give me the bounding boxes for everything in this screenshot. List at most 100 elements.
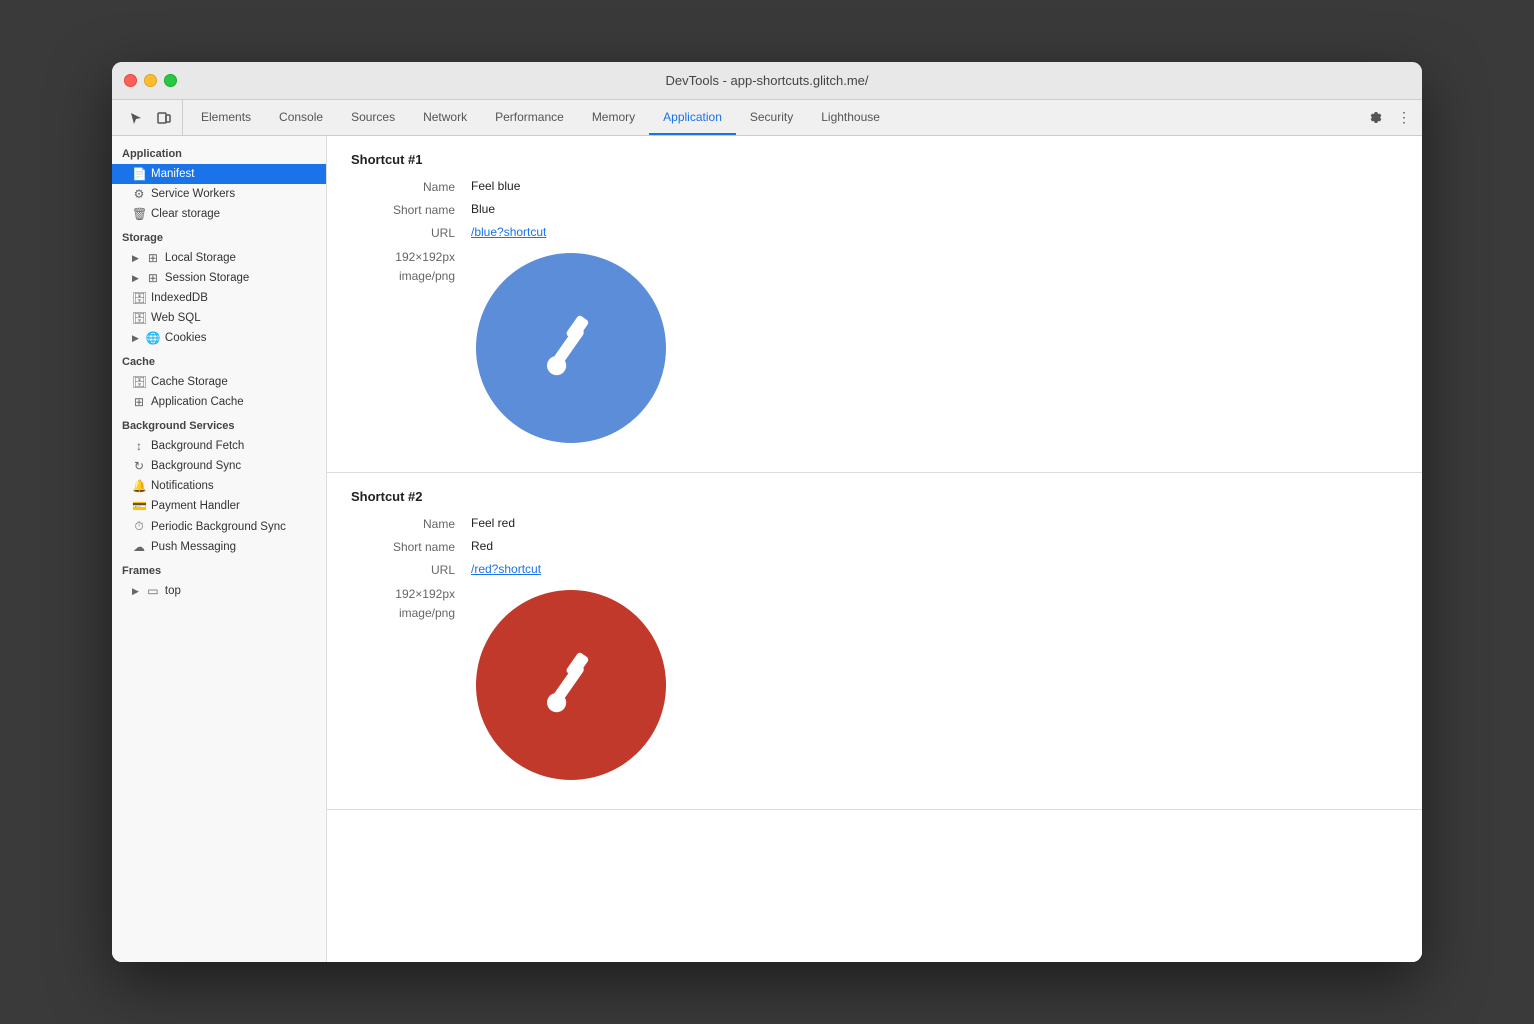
cache-section-title: Cache (112, 348, 326, 372)
sidebar-item-service-workers[interactable]: ⚙ Service Workers (112, 184, 326, 204)
sidebar-item-top[interactable]: ▶ ▭ top (112, 581, 326, 601)
shortcut2-name-value: Feel red (471, 516, 515, 530)
shortcut1-section: Shortcut #1 Name Feel blue Short name Bl… (327, 136, 1422, 473)
expand-icon: ▶ (132, 253, 139, 264)
shortcut2-image-row: 192×192px image/png (351, 585, 1398, 785)
shortcut2-image-labels: 192×192px image/png (351, 585, 471, 623)
device-icon[interactable] (152, 106, 176, 130)
paint-brush-red-icon (531, 645, 611, 725)
tab-application[interactable]: Application (649, 100, 736, 135)
sidebar-item-websql[interactable]: 🗄 Web SQL (112, 308, 326, 328)
titlebar: DevTools - app-shortcuts.glitch.me/ (112, 62, 1422, 100)
db-icon: 🗄 (132, 291, 146, 305)
cookie-icon: 🌐 (146, 331, 160, 345)
sidebar-item-background-fetch[interactable]: ↕ Background Fetch (112, 436, 326, 456)
sidebar-item-local-storage[interactable]: ▶ ⊞ Local Storage (112, 248, 326, 268)
bell-icon: 🔔 (132, 479, 146, 493)
settings-icon[interactable] (1364, 106, 1388, 130)
shortcut1-url-row: URL /blue?shortcut (351, 225, 1398, 240)
clock-icon: ⏱ (132, 519, 146, 534)
cache-icon: 🗄 (132, 375, 146, 389)
gear-icon: ⚙ (132, 187, 146, 201)
shortcut1-image (471, 248, 671, 448)
sidebar-item-push-messaging[interactable]: ☁ Push Messaging (112, 537, 326, 557)
shortcut1-url-value[interactable]: /blue?shortcut (471, 225, 546, 239)
sidebar-item-periodic-bg-sync[interactable]: ⏱ Periodic Background Sync (112, 516, 326, 537)
fetch-icon: ↕ (132, 439, 146, 453)
frames-section-title: Frames (112, 557, 326, 581)
shortcut2-name-label: Name (351, 516, 471, 531)
shortcut2-image (471, 585, 671, 785)
tab-memory[interactable]: Memory (578, 100, 649, 135)
shortcut2-url-value[interactable]: /red?shortcut (471, 562, 541, 576)
shortcut2-name-row: Name Feel red (351, 516, 1398, 531)
sidebar-item-indexeddb[interactable]: 🗄 IndexedDB (112, 288, 326, 308)
toolbar-right: ⋮ (1364, 100, 1416, 135)
shortcut1-shortname-row: Short name Blue (351, 202, 1398, 217)
session-storage-icon: ⊞ (146, 271, 160, 285)
bg-services-section-title: Background Services (112, 412, 326, 436)
local-storage-icon: ⊞ (146, 251, 160, 265)
shortcut2-section: Shortcut #2 Name Feel red Short name Red… (327, 473, 1422, 810)
shortcut2-size-label: 192×192px (351, 585, 455, 604)
shortcut2-shortname-row: Short name Red (351, 539, 1398, 554)
sync-icon: ↻ (132, 459, 146, 473)
devtools-toolbar: Elements Console Sources Network Perform… (112, 100, 1422, 136)
shortcut1-name-value: Feel blue (471, 179, 520, 193)
storage-section-title: Storage (112, 224, 326, 248)
shortcut2-url-row: URL /red?shortcut (351, 562, 1398, 577)
app-cache-icon: ⊞ (132, 395, 146, 409)
application-section-title: Application (112, 140, 326, 164)
paint-brush-icon (531, 308, 611, 388)
manifest-icon: 📄 (132, 167, 146, 181)
shortcut2-type-label: image/png (351, 604, 455, 623)
tab-elements[interactable]: Elements (187, 100, 265, 135)
sidebar: Application 📄 Manifest ⚙ Service Workers… (112, 136, 327, 962)
payment-icon: 💳 (132, 499, 146, 513)
main-content: Shortcut #1 Name Feel blue Short name Bl… (327, 136, 1422, 962)
tab-network[interactable]: Network (409, 100, 481, 135)
shortcut1-size-label: 192×192px (351, 248, 455, 267)
shortcut1-name-row: Name Feel blue (351, 179, 1398, 194)
shortcut1-type-label: image/png (351, 267, 455, 286)
expand-icon: ▶ (132, 273, 139, 284)
more-icon[interactable]: ⋮ (1392, 106, 1416, 130)
shortcut2-url-label: URL (351, 562, 471, 577)
shortcut1-image-row: 192×192px image/png (351, 248, 1398, 448)
tab-sources[interactable]: Sources (337, 100, 409, 135)
tab-console[interactable]: Console (265, 100, 337, 135)
sidebar-item-application-cache[interactable]: ⊞ Application Cache (112, 392, 326, 412)
shortcut2-title: Shortcut #2 (351, 489, 1398, 504)
shortcut1-url-label: URL (351, 225, 471, 240)
cursor-icon[interactable] (124, 106, 148, 130)
close-button[interactable] (124, 74, 137, 87)
sidebar-item-payment-handler[interactable]: 💳 Payment Handler (112, 496, 326, 516)
shortcut1-image-labels: 192×192px image/png (351, 248, 471, 286)
devtools-window: DevTools - app-shortcuts.glitch.me/ Elem… (112, 62, 1422, 962)
devtools-body: Application 📄 Manifest ⚙ Service Workers… (112, 136, 1422, 962)
toolbar-icons (118, 100, 183, 135)
expand-icon: ▶ (132, 333, 139, 344)
websql-icon: 🗄 (132, 311, 146, 325)
tab-lighthouse[interactable]: Lighthouse (807, 100, 894, 135)
maximize-button[interactable] (164, 74, 177, 87)
sidebar-item-notifications[interactable]: 🔔 Notifications (112, 476, 326, 496)
traffic-lights (124, 74, 177, 87)
sidebar-item-background-sync[interactable]: ↻ Background Sync (112, 456, 326, 476)
expand-icon: ▶ (132, 586, 139, 597)
sidebar-item-manifest[interactable]: 📄 Manifest (112, 164, 326, 184)
sidebar-item-clear-storage[interactable]: 🗑 Clear storage (112, 204, 326, 224)
sidebar-item-cookies[interactable]: ▶ 🌐 Cookies (112, 328, 326, 348)
sidebar-item-cache-storage[interactable]: 🗄 Cache Storage (112, 372, 326, 392)
tab-security[interactable]: Security (736, 100, 807, 135)
cloud-icon: ☁ (132, 540, 146, 554)
shortcut1-name-label: Name (351, 179, 471, 194)
sidebar-item-session-storage[interactable]: ▶ ⊞ Session Storage (112, 268, 326, 288)
minimize-button[interactable] (144, 74, 157, 87)
clear-icon: 🗑 (132, 207, 146, 221)
shortcut2-circle (476, 590, 666, 780)
tab-performance[interactable]: Performance (481, 100, 578, 135)
window-title: DevTools - app-shortcuts.glitch.me/ (665, 73, 868, 88)
shortcut1-shortname-label: Short name (351, 202, 471, 217)
shortcut1-title: Shortcut #1 (351, 152, 1398, 167)
